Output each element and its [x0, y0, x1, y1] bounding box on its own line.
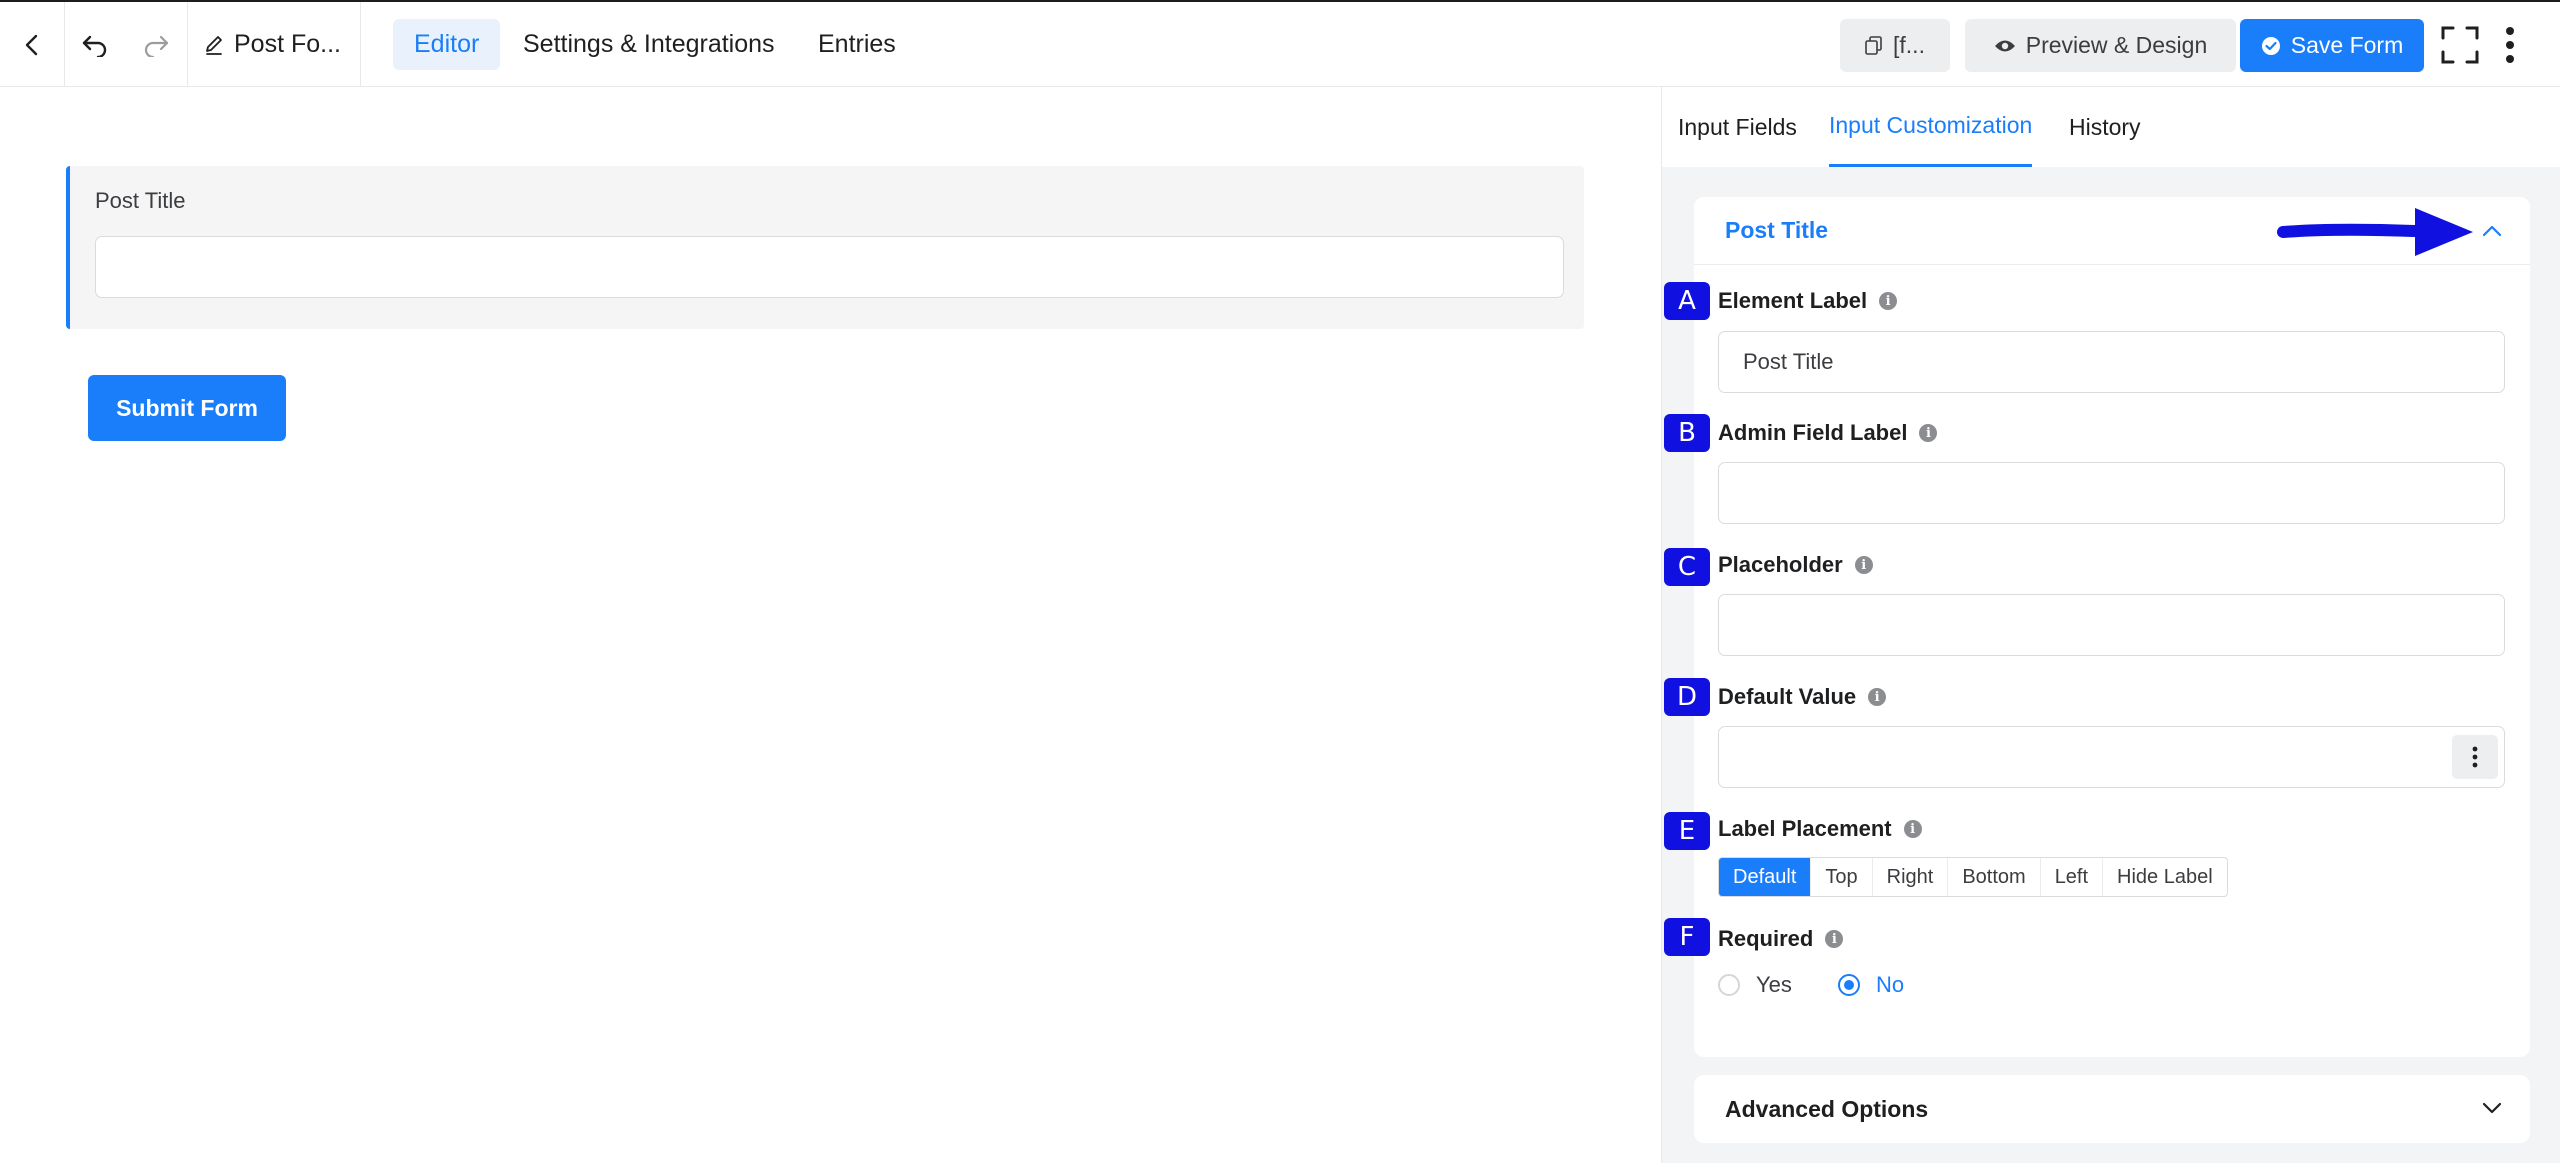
tab-entries-label: Entries: [818, 30, 896, 58]
shortcode-label: [f...: [1893, 32, 1925, 58]
element-label-value: Post Title: [1743, 349, 1834, 374]
placement-option-top[interactable]: Top: [1811, 858, 1873, 896]
tab-entries[interactable]: Entries: [797, 19, 917, 70]
section-title: Post Title: [1725, 217, 1829, 243]
placeholder-input[interactable]: [1718, 594, 2505, 656]
info-icon[interactable]: i: [1854, 556, 1873, 574]
fullscreen-button[interactable]: [2440, 2, 2480, 87]
info-icon[interactable]: i: [1879, 292, 1898, 310]
redo-button[interactable]: [125, 2, 187, 87]
save-form-label: Save Form: [2290, 32, 2404, 58]
form-title-editor[interactable]: Post Fo...: [188, 2, 360, 87]
annotation-badge-e: E: [1664, 812, 1710, 850]
copy-icon: [1865, 35, 1882, 55]
fullscreen-icon: [2441, 26, 2479, 63]
label-placement-segmented-control: Default Top Right Bottom Left Hide Label: [1718, 857, 2228, 897]
submit-form-label: Submit Form: [116, 394, 258, 421]
info-icon[interactable]: i: [1825, 930, 1844, 948]
form-title: Post Fo...: [234, 30, 341, 58]
info-icon[interactable]: i: [1903, 820, 1922, 838]
annotation-badge-b: B: [1664, 414, 1710, 452]
submit-form-button[interactable]: Submit Form: [88, 375, 286, 441]
default-value-input[interactable]: [1718, 726, 2505, 788]
check-circle-icon: [2261, 36, 2280, 55]
annotation-badge-c: C: [1664, 548, 1710, 586]
default-value-heading: Default Value i: [1718, 684, 1887, 710]
tab-input-fields[interactable]: Input Fields: [1678, 87, 1797, 167]
tab-editor-label: Editor: [414, 30, 480, 58]
shortcode-button[interactable]: [f...: [1840, 19, 1950, 72]
save-form-button[interactable]: Save Form: [2240, 19, 2424, 72]
tab-history-label: History: [2069, 113, 2141, 140]
collapse-section-button[interactable]: [2478, 217, 2506, 245]
element-label-text: Element Label: [1718, 288, 1868, 313]
required-option-yes[interactable]: Yes: [1718, 972, 1792, 998]
kebab-menu-icon: [2506, 26, 2514, 63]
info-icon[interactable]: i: [1868, 688, 1887, 706]
panel-tabs: Input Fields Input Customization History: [1662, 87, 2560, 167]
preview-design-button[interactable]: Preview & Design: [1965, 19, 2236, 72]
placeholder-heading: Placeholder i: [1718, 552, 1873, 578]
required-option-no[interactable]: No: [1838, 972, 1904, 998]
required-no-label: No: [1876, 972, 1905, 997]
chevron-left-icon: [25, 34, 38, 55]
placement-option-default[interactable]: Default: [1719, 858, 1812, 896]
post-title-preview-input[interactable]: [95, 236, 1564, 298]
pencil-icon: [206, 35, 222, 55]
placeholder-text: Placeholder: [1718, 552, 1843, 577]
required-heading: Required i: [1718, 926, 1844, 952]
tab-settings-integrations[interactable]: Settings & Integrations: [502, 19, 796, 70]
placement-option-bottom[interactable]: Bottom: [1948, 858, 2041, 896]
advanced-options-section[interactable]: Advanced Options: [1694, 1075, 2530, 1143]
element-label-input[interactable]: Post Title: [1718, 331, 2505, 393]
back-button[interactable]: [0, 2, 64, 87]
preview-design-label: Preview & Design: [2025, 32, 2208, 58]
placement-option-left[interactable]: Left: [2041, 858, 2104, 896]
post-title-preview-label: Post Title: [95, 188, 186, 213]
annotation-badge-a: A: [1664, 282, 1710, 320]
tab-settings-label: Settings & Integrations: [523, 30, 775, 58]
admin-field-label-text: Admin Field Label: [1718, 420, 1908, 445]
admin-field-label-input[interactable]: [1718, 462, 2505, 524]
info-icon[interactable]: i: [1919, 424, 1938, 442]
radio-no[interactable]: [1838, 974, 1860, 996]
element-label-heading: Element Label i: [1718, 288, 1898, 314]
chevron-up-icon: [2482, 225, 2502, 237]
undo-button[interactable]: [65, 2, 125, 87]
annotation-arrow-icon: [2277, 208, 2473, 256]
label-placement-text: Label Placement: [1718, 816, 1892, 841]
post-title-field-preview[interactable]: Post Title: [66, 166, 1584, 329]
placement-option-hide-label[interactable]: Hide Label: [2103, 858, 2227, 896]
tab-input-customization-label: Input Customization: [1829, 112, 2033, 138]
tab-input-fields-label: Input Fields: [1678, 113, 1797, 140]
annotation-badge-d: D: [1664, 678, 1710, 716]
undo-icon: [82, 35, 107, 57]
admin-field-label-heading: Admin Field Label i: [1718, 420, 1938, 446]
eye-icon: [1994, 40, 2015, 51]
chevron-down-icon: [2482, 1102, 2502, 1114]
label-placement-heading: Label Placement i: [1718, 816, 1922, 842]
smartcode-menu-button[interactable]: [2452, 735, 2498, 779]
annotation-badge-f: F: [1664, 918, 1710, 956]
tab-editor[interactable]: Editor: [393, 19, 501, 70]
advanced-options-title: Advanced Options: [1725, 1095, 1929, 1122]
top-toolbar: Post Fo... Editor Settings & Integration…: [0, 2, 2560, 87]
tab-history[interactable]: History: [2069, 87, 2141, 167]
required-yes-label: Yes: [1756, 972, 1792, 997]
radio-yes[interactable]: [1718, 974, 1740, 996]
placement-option-right[interactable]: Right: [1873, 858, 1949, 896]
more-options-button[interactable]: [2495, 2, 2525, 87]
redo-icon: [144, 35, 169, 57]
kebab-menu-icon: [2472, 746, 2478, 768]
toolbar-divider: [360, 2, 361, 87]
required-text: Required: [1718, 926, 1814, 951]
default-value-text: Default Value: [1718, 684, 1857, 709]
tab-input-customization[interactable]: Input Customization: [1829, 87, 2033, 167]
